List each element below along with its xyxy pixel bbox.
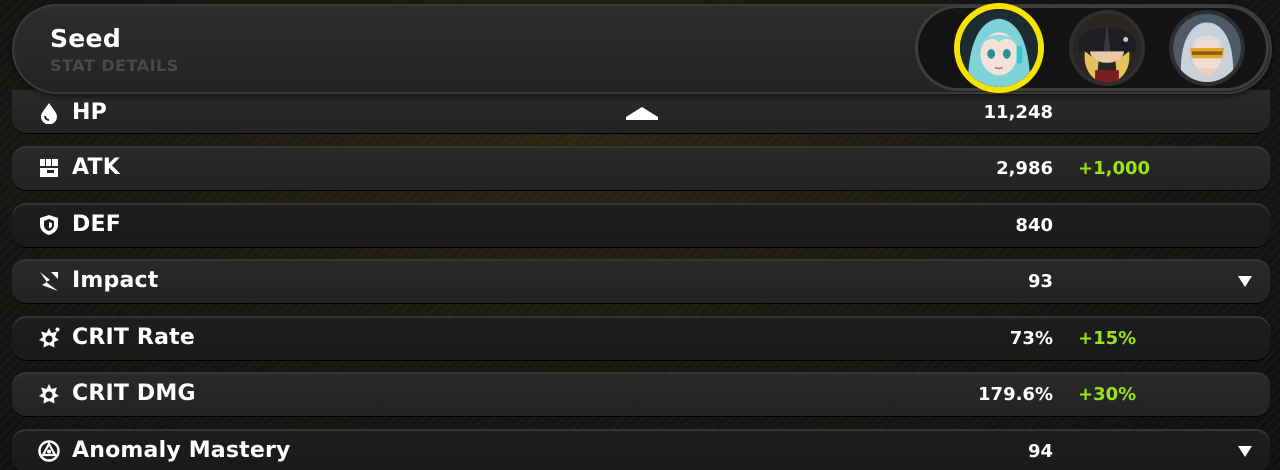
stat-row-hp: HP 11,248 — [12, 90, 1270, 133]
stat-row-crit-rate: CRIT Rate 73% +15% — [12, 316, 1270, 360]
stat-label: HP — [72, 100, 107, 125]
agent-header: Seed STAT DETAILS — [12, 4, 1272, 94]
stat-value: 11,248 — [983, 102, 1053, 123]
stat-row-def: DEF 840 — [12, 203, 1270, 247]
collapse-button[interactable] — [626, 107, 658, 120]
crit-rate-icon — [38, 327, 60, 349]
def-shield-icon — [38, 214, 60, 236]
crit-dmg-icon — [38, 383, 60, 405]
stat-label: Anomaly Mastery — [72, 438, 291, 463]
team-selector — [915, 5, 1269, 91]
stat-value: 93 — [1027, 271, 1053, 292]
stat-row-impact[interactable]: Impact 93 — [12, 259, 1270, 303]
stat-value: 73% — [1009, 328, 1053, 349]
anomaly-mastery-icon — [38, 440, 60, 462]
stat-value: 179.6% — [978, 384, 1053, 405]
stat-label: CRIT DMG — [72, 381, 196, 406]
stat-value: 94 — [1027, 441, 1053, 462]
stat-value: 2,986 — [996, 158, 1053, 179]
stat-label: ATK — [72, 155, 120, 180]
stat-row-crit-dmg: CRIT DMG 179.6% +30% — [12, 372, 1270, 416]
stat-label: CRIT Rate — [72, 325, 195, 350]
expand-chevron-icon[interactable] — [1238, 276, 1252, 287]
expand-chevron-icon[interactable] — [1238, 446, 1252, 457]
stat-row-anomaly-mastery[interactable]: Anomaly Mastery 94 — [12, 429, 1270, 470]
stat-row-atk: ATK 2,986 +1,000 — [12, 146, 1270, 190]
agent-portrait-1[interactable] — [960, 9, 1038, 87]
agent-portrait-2[interactable] — [1073, 14, 1141, 82]
stat-label: Impact — [72, 268, 159, 293]
impact-icon — [38, 270, 60, 292]
stat-label: DEF — [72, 212, 121, 237]
agent-name: Seed — [50, 24, 122, 53]
stat-bonus: +1,000 — [1078, 158, 1151, 179]
atk-fist-icon — [38, 157, 60, 179]
hp-drop-icon — [38, 102, 60, 124]
page-subtitle: STAT DETAILS — [50, 56, 179, 75]
stat-bonus: +30% — [1078, 384, 1137, 405]
stat-bonus: +15% — [1078, 328, 1137, 349]
stat-value: 840 — [1015, 215, 1053, 236]
agent-portrait-3[interactable] — [1173, 14, 1241, 82]
